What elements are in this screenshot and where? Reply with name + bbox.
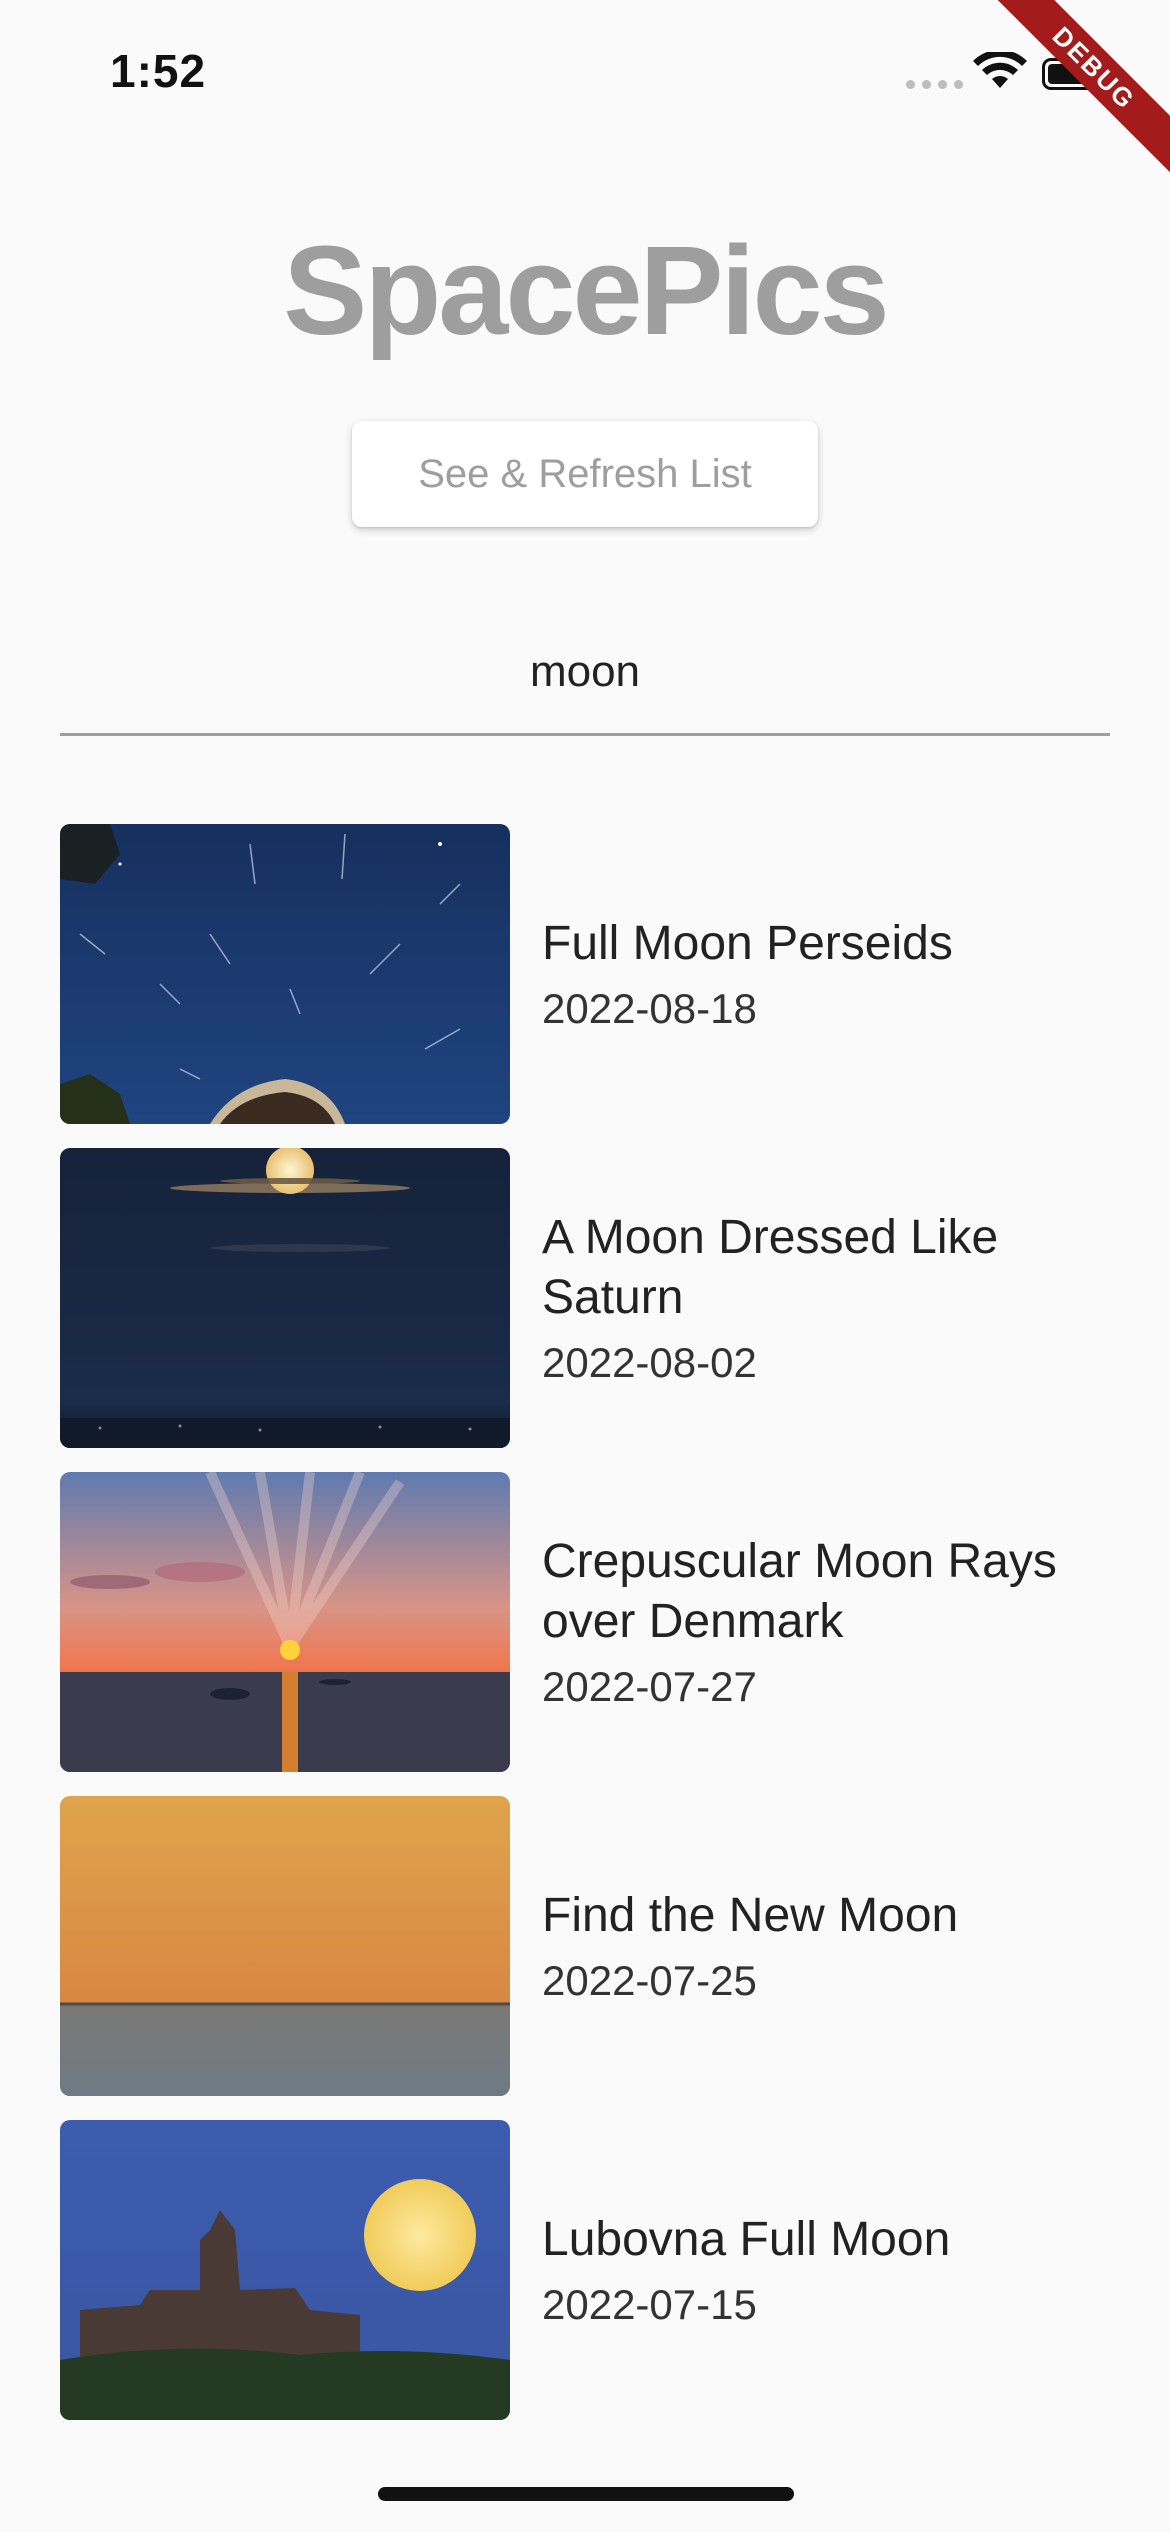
status-time: 1:52 <box>110 45 207 97</box>
results-list[interactable]: Full Moon Perseids 2022-08-18 A Moon Dre… <box>60 824 1110 2444</box>
item-date: 2022-08-02 <box>542 1339 757 1386</box>
item-title: Full Moon Perseids <box>542 917 953 970</box>
item-title: Find the New Moon <box>542 1889 959 1942</box>
app-title: SpacePics <box>283 220 889 361</box>
item-date: 2022-07-15 <box>542 2281 757 2328</box>
thumbnail-image <box>60 824 510 1124</box>
item-title: Crepuscular Moon Rays over Denmark <box>542 1535 1057 1648</box>
home-indicator[interactable] <box>378 2487 794 2501</box>
thumbnail-image <box>60 1148 510 1448</box>
item-title: Lubovna Full Moon <box>542 2213 951 2266</box>
thumbnail-image <box>60 2120 510 2420</box>
item-text: Lubovna Full Moon 2022-07-15 <box>542 2210 950 2330</box>
item-text: A Moon Dressed Like Saturn 2022-08-02 <box>542 1208 1110 1388</box>
refresh-list-button[interactable]: See & Refresh List <box>352 421 818 527</box>
debug-label: DEBUG <box>980 0 1170 182</box>
item-date: 2022-08-18 <box>542 985 757 1032</box>
list-item[interactable]: A Moon Dressed Like Saturn 2022-08-02 <box>60 1148 1110 1448</box>
item-text: Full Moon Perseids 2022-08-18 <box>542 914 953 1034</box>
list-item[interactable]: Find the New Moon 2022-07-25 <box>60 1796 1110 2096</box>
item-text: Crepuscular Moon Rays over Denmark 2022-… <box>542 1532 1110 1712</box>
search-field[interactable] <box>60 620 1110 736</box>
list-item[interactable]: Lubovna Full Moon 2022-07-15 <box>60 2120 1110 2420</box>
status-bar: 1:52 DEBUG <box>0 0 1170 182</box>
item-title: A Moon Dressed Like Saturn <box>542 1211 999 1324</box>
thumbnail-image <box>60 1472 510 1772</box>
debug-banner: DEBUG <box>970 0 1170 200</box>
item-date: 2022-07-25 <box>542 1957 757 2004</box>
list-item[interactable]: Crepuscular Moon Rays over Denmark 2022-… <box>60 1472 1110 1772</box>
item-date: 2022-07-27 <box>542 1663 757 1710</box>
list-item[interactable]: Full Moon Perseids 2022-08-18 <box>60 824 1110 1124</box>
cellular-signal-icon <box>906 80 963 89</box>
thumbnail-image <box>60 1796 510 2096</box>
item-text: Find the New Moon 2022-07-25 <box>542 1886 958 2006</box>
search-input[interactable] <box>60 620 1110 733</box>
